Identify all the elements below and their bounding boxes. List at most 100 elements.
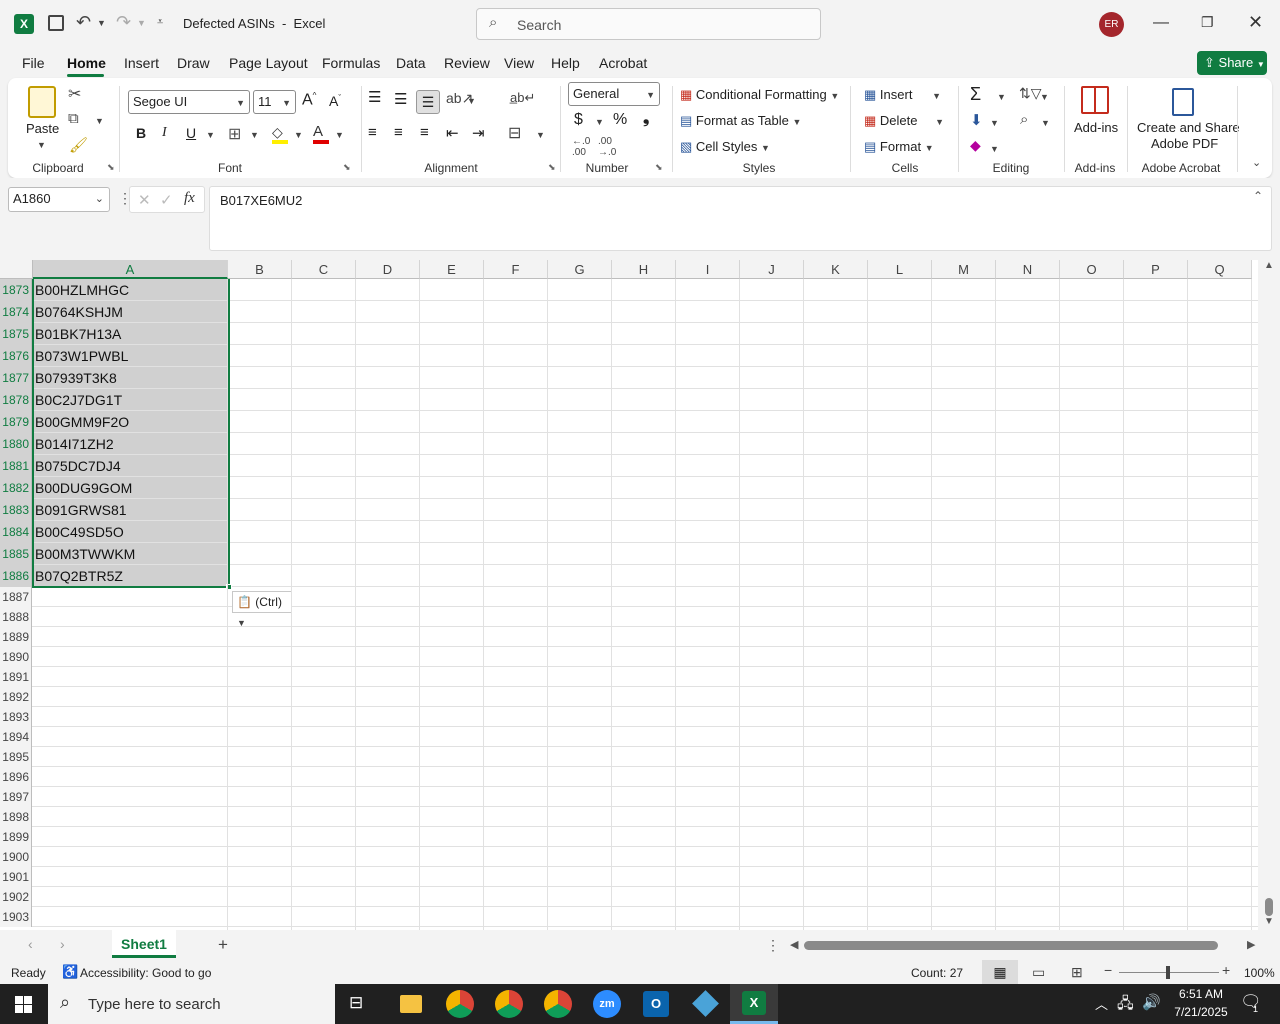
cut-icon[interactable]: ✂: [68, 84, 81, 104]
row-header[interactable]: 1880: [0, 433, 32, 455]
column-header-c[interactable]: C: [292, 260, 356, 279]
row-header[interactable]: 1873: [0, 279, 32, 301]
redo-dropdown-icon[interactable]: ▼: [137, 18, 146, 28]
vertical-scrollbar[interactable]: ▲ ▼: [1258, 260, 1280, 930]
name-box[interactable]: A1860 ⌄: [8, 187, 110, 212]
paste-button-label[interactable]: Paste: [26, 121, 59, 136]
create-pdf-icon[interactable]: [1172, 88, 1194, 116]
column-header-p[interactable]: P: [1124, 260, 1188, 279]
comma-style-icon[interactable]: ❟: [643, 110, 649, 128]
align-top-icon[interactable]: ☰: [368, 88, 381, 106]
column-header-h[interactable]: H: [612, 260, 676, 279]
column-header-d[interactable]: D: [356, 260, 420, 279]
font-size-select[interactable]: 11 ▼: [253, 90, 296, 114]
copy-dropdown-icon[interactable]: ▼: [95, 116, 104, 126]
clear-dropdown-icon[interactable]: ▼: [990, 144, 999, 154]
undo-dropdown-icon[interactable]: ▼: [97, 18, 106, 28]
column-header-n[interactable]: N: [996, 260, 1060, 279]
fill-color-icon[interactable]: ◇: [272, 124, 290, 144]
collapse-ribbon-icon[interactable]: ⌄: [1252, 156, 1261, 169]
enter-icon[interactable]: ✓: [160, 191, 173, 209]
format-painter-icon[interactable]: 🖌: [69, 136, 88, 154]
row-header[interactable]: 1878: [0, 389, 32, 411]
column-header-i[interactable]: I: [676, 260, 740, 279]
underline-button[interactable]: U: [186, 125, 196, 141]
add-ins-button-label[interactable]: Add-ins: [1074, 120, 1118, 135]
decrease-decimal-icon[interactable]: .00 →.0: [598, 136, 616, 158]
row-header[interactable]: 1894: [0, 727, 32, 747]
format-as-table-button[interactable]: ▤ Format as Table ▼: [680, 113, 801, 129]
increase-font-icon[interactable]: A^: [302, 91, 316, 109]
column-header-o[interactable]: O: [1060, 260, 1124, 279]
row-header[interactable]: 1890: [0, 647, 32, 667]
tab-home[interactable]: Home: [67, 55, 106, 71]
zoom-slider-thumb[interactable]: [1166, 966, 1170, 979]
avatar[interactable]: ER: [1099, 12, 1124, 37]
clock-time[interactable]: 6:51 AM: [1171, 987, 1231, 1001]
row-header[interactable]: 1895: [0, 747, 32, 767]
wrap-text-icon[interactable]: a̲b↵: [510, 90, 535, 106]
outlook-icon[interactable]: O: [643, 991, 669, 1017]
clock-date[interactable]: 7/21/2025: [1166, 1005, 1236, 1019]
column-header-g[interactable]: G: [548, 260, 612, 279]
chrome-profile-3-icon[interactable]: [544, 990, 572, 1018]
prev-sheet-icon[interactable]: ‹: [28, 936, 33, 952]
font-color-dropdown-icon[interactable]: ▼: [335, 130, 344, 140]
taskbar-search-box[interactable]: ⌕ Type here to search: [48, 984, 335, 1024]
column-header-m[interactable]: M: [932, 260, 996, 279]
horizontal-scroll-thumb[interactable]: [804, 941, 1218, 950]
row-header[interactable]: 1881: [0, 455, 32, 477]
select-all-corner[interactable]: [0, 260, 33, 279]
next-sheet-icon[interactable]: ›: [60, 936, 65, 952]
row-header[interactable]: 1903: [0, 907, 32, 927]
find-select-dropdown-icon[interactable]: ▼: [1041, 118, 1050, 128]
align-bottom-button[interactable]: ☰: [416, 90, 440, 114]
fill-color-dropdown-icon[interactable]: ▼: [294, 130, 303, 140]
merge-dropdown-icon[interactable]: ▼: [536, 130, 545, 140]
row-header[interactable]: 1898: [0, 807, 32, 827]
column-header-e[interactable]: E: [420, 260, 484, 279]
tab-data[interactable]: Data: [396, 55, 426, 71]
row-header[interactable]: 1884: [0, 521, 32, 543]
volume-icon[interactable]: 🔊: [1142, 993, 1161, 1011]
app-diamond-icon[interactable]: [692, 990, 719, 1017]
customize-qat-icon[interactable]: ⩡: [157, 16, 163, 29]
minimize-button[interactable]: —: [1153, 14, 1169, 32]
row-header[interactable]: 1896: [0, 767, 32, 787]
show-hidden-icons[interactable]: ︿: [1095, 994, 1108, 1013]
clipboard-launcher-icon[interactable]: ⬊: [107, 162, 115, 173]
sort-filter-icon[interactable]: ⇅▽: [1019, 85, 1042, 102]
borders-icon[interactable]: ⊞: [228, 124, 241, 144]
column-header-f[interactable]: F: [484, 260, 548, 279]
tab-draw[interactable]: Draw: [177, 55, 210, 71]
autosum-dropdown-icon[interactable]: ▼: [997, 92, 1006, 102]
create-share-pdf-label-1[interactable]: Create and Share: [1137, 120, 1240, 135]
spreadsheet-grid[interactable]: ABCDEFGHIJKLMNOPQ 1873 B00HZLMHGC 1874 B076…: [0, 260, 1280, 930]
delete-cells-button[interactable]: ▦ Delete ▼: [864, 113, 944, 129]
font-launcher-icon[interactable]: ⬊: [343, 162, 351, 173]
zoom-level[interactable]: 100%: [1244, 966, 1275, 980]
file-explorer-icon[interactable]: [400, 995, 422, 1013]
font-name-select[interactable]: Segoe UI ▼: [128, 90, 250, 114]
row-header[interactable]: 1874: [0, 301, 32, 323]
row-header[interactable]: 1875: [0, 323, 32, 345]
row-header[interactable]: 1882: [0, 477, 32, 499]
scroll-right-icon[interactable]: ▶: [1247, 938, 1255, 951]
chrome-profile-2-icon[interactable]: [495, 990, 523, 1018]
cancel-icon[interactable]: ✕: [138, 191, 151, 209]
windows-start-icon[interactable]: [15, 996, 32, 1013]
increase-indent-icon[interactable]: ⇥: [472, 124, 485, 142]
zoom-out-icon[interactable]: −: [1104, 962, 1112, 978]
share-button[interactable]: ⇪ Share ▼: [1197, 51, 1267, 75]
row-header[interactable]: 1901: [0, 867, 32, 887]
create-share-pdf-label-2[interactable]: Adobe PDF: [1151, 136, 1218, 151]
column-header-k[interactable]: K: [804, 260, 868, 279]
row-header[interactable]: 1902: [0, 887, 32, 907]
align-middle-icon[interactable]: ☰: [394, 90, 407, 108]
tab-help[interactable]: Help: [551, 55, 580, 71]
scroll-left-icon[interactable]: ◀: [790, 938, 798, 951]
add-sheet-icon[interactable]: +: [218, 935, 228, 955]
number-format-select[interactable]: General ▼: [568, 82, 660, 106]
formula-input[interactable]: B017XE6MU2 ⌃: [209, 186, 1272, 251]
font-color-icon[interactable]: A: [313, 123, 331, 144]
